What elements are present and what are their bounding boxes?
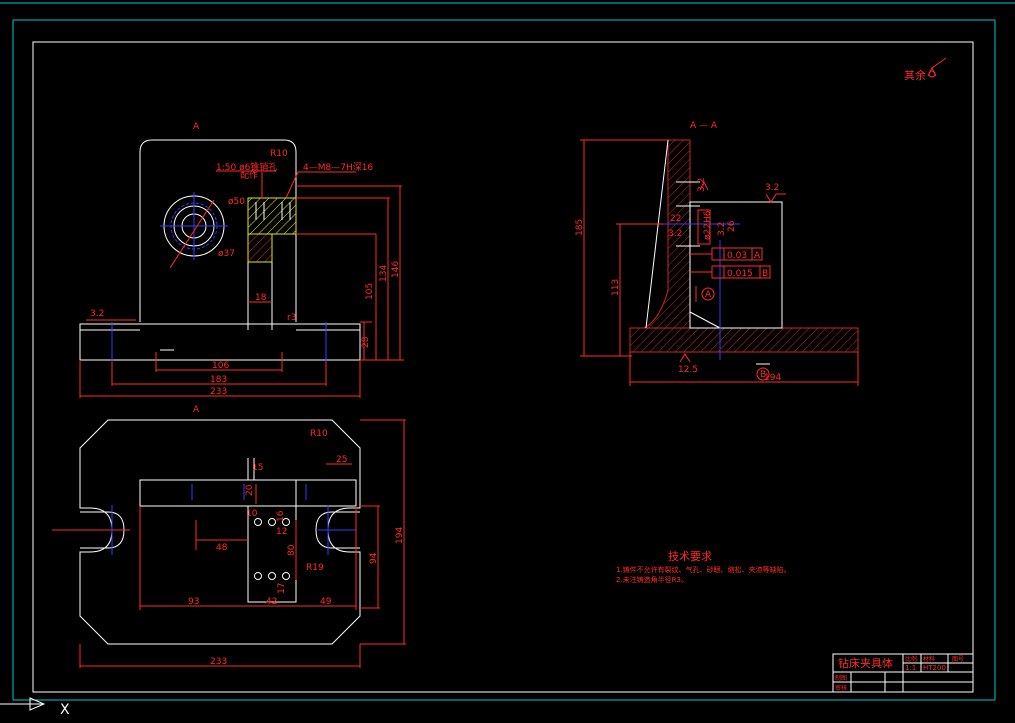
- title-block: 钻床夹具体 比例 材料 图号 1:1 HT200 制图 审核: [832, 653, 974, 693]
- plan-dim-16: 16: [276, 510, 286, 522]
- plan-upright: [139, 479, 297, 507]
- section-view: A — A 185 113 3.2 3.2 22 ø22H6 3.2 26 3.…: [575, 121, 859, 386]
- section-dim-26: 26: [727, 220, 737, 232]
- title-ratio: 1:1: [905, 664, 916, 672]
- section-roughness-c: 3.2: [668, 229, 682, 239]
- plan-dim-48: 48: [216, 543, 228, 553]
- roughness-note-label: 其余: [904, 68, 926, 82]
- section-dim-2h6: ø22H6: [703, 210, 713, 240]
- section-dim-12-5: 12.5: [678, 365, 698, 375]
- cad-drawing: 其余 A R10 1:50 ø6锥销孔 配作 4—M8—7H深16 ø50 ø3…: [0, 2, 1015, 718]
- front-view: A R10 1:50 ø6锥销孔 配作 4—M8—7H深16 ø50 ø37 3…: [79, 122, 404, 398]
- front-dim-r3: r3: [287, 313, 296, 323]
- front-dim-28: 28: [361, 336, 371, 348]
- plan-dim-r19: R19: [306, 563, 324, 573]
- x-axis-label: X: [60, 702, 70, 718]
- front-dim-183: 183: [210, 375, 227, 385]
- drawing-border: [0, 2, 1015, 701]
- front-base: [79, 323, 361, 361]
- title-material: HT200: [923, 664, 946, 672]
- plan-radius-label: R10: [310, 429, 328, 439]
- top-boss: [247, 197, 297, 235]
- plan-dim-194: 194: [395, 527, 405, 544]
- front-dim-106: 106: [212, 361, 229, 371]
- front-dia-37: ø37: [218, 249, 235, 259]
- drawing-canvas[interactable]: 其余 A R10 1:50 ø6锥销孔 配作 4—M8—7H深16 ø50 ø3…: [0, 0, 1015, 719]
- datum-b-label: B: [760, 370, 766, 380]
- title-checked-label: 审核: [835, 684, 847, 692]
- plan-view: A R10 15 25 20 16 10 12 48 80 R19 94 194…: [52, 405, 406, 668]
- tolerance-2-datum: B: [762, 269, 768, 279]
- plan-dim-17: 17: [277, 583, 287, 594]
- ucs-axis-icon: X: [0, 697, 70, 718]
- tolerance-1-value: 0.03: [727, 251, 747, 261]
- plan-dim-25: 25: [336, 455, 347, 465]
- plan-dim-10: 10: [246, 509, 258, 519]
- section-dim-3-2: 3.2: [717, 222, 727, 236]
- title-material-label: 材料: [923, 655, 935, 663]
- plan-dim-94: 94: [369, 552, 379, 564]
- plan-outline: [79, 419, 361, 645]
- plan-view-marker: A: [193, 405, 200, 415]
- pin-hole-section: [247, 233, 273, 263]
- roughness-note: 其余: [904, 57, 947, 82]
- plan-dim-80: 80: [287, 544, 297, 556]
- section-base: [629, 327, 859, 353]
- section-dim-194: 194: [764, 373, 781, 383]
- front-dia-50: ø50: [228, 197, 245, 207]
- section-roughness-b: 3.2: [765, 183, 779, 193]
- front-view-marker: A: [193, 122, 200, 132]
- title-drawn-label: 制图: [835, 674, 847, 682]
- datum-a-label: A: [705, 290, 712, 300]
- front-dim-233: 233: [210, 387, 227, 397]
- plan-dim-20: 20: [245, 484, 255, 496]
- front-dim-146: 146: [391, 261, 401, 278]
- tolerance-1-datum: A: [754, 251, 761, 261]
- section-dim-113: 113: [611, 279, 621, 296]
- front-dim-134: 134: [379, 265, 389, 282]
- front-thread-note: 4—M8—7H深16: [303, 162, 373, 173]
- plan-dim-42: 42: [266, 597, 277, 607]
- plan-dim-15: 15: [252, 463, 263, 473]
- tech-line2: 2.未注铸造角半径R3。: [616, 575, 688, 584]
- tech-line1: 1.铸件不允许有裂纹、气孔、砂眼、缩松、夹渣等缺陷。: [616, 565, 791, 574]
- section-upright: [643, 139, 691, 329]
- plan-dim-49: 49: [320, 597, 332, 607]
- front-roughness: 3.2: [90, 309, 104, 319]
- plan-dim-233: 233: [210, 657, 227, 667]
- title-ratio-label: 比例: [905, 655, 917, 663]
- front-radius-label: R10: [270, 149, 288, 159]
- title-drawing-no-label: 图号: [952, 656, 964, 663]
- tolerance-2-value: 0.015: [727, 269, 753, 279]
- section-dim-22: 22: [670, 214, 681, 224]
- tech-requirements: 技术要求 1.铸件不允许有裂纹、气孔、砂眼、缩松、夹渣等缺陷。 2.未注铸造角半…: [616, 550, 791, 584]
- section-title: A — A: [690, 121, 718, 131]
- front-dim-105: 105: [365, 283, 375, 300]
- title-name: 钻床夹具体: [838, 656, 893, 670]
- section-dim-185: 185: [575, 219, 585, 236]
- plan-dim-12: 12: [276, 527, 287, 537]
- plan-dim-93: 93: [188, 597, 199, 607]
- tech-title: 技术要求: [668, 550, 712, 563]
